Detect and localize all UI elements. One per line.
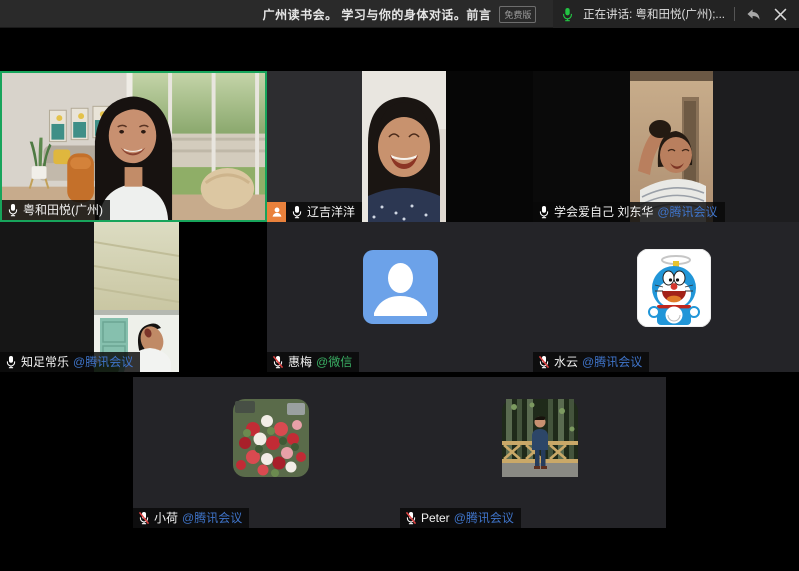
nameplate: Peter @腾讯会议 (400, 508, 521, 528)
video-tile-shuiyun[interactable]: 水云 @腾讯会议 (533, 222, 799, 372)
video-tile-liudonghua[interactable]: 学会爱自己 刘东华 @腾讯会议 (533, 71, 799, 222)
participant-name: 水云 (554, 353, 578, 370)
video-feed-looking-up (94, 222, 179, 372)
speaking-mic-icon (561, 7, 574, 22)
nameplate: 小荷 @腾讯会议 (133, 508, 249, 528)
platform-label: @腾讯会议 (73, 353, 133, 370)
participant-name: 惠梅 (288, 353, 312, 370)
video-tile-peter[interactable]: Peter @腾讯会议 (400, 377, 666, 528)
video-tile-huimei[interactable]: 惠梅 @微信 (267, 222, 533, 372)
video-feed-smiling-woman (362, 71, 446, 222)
free-version-badge: 免费版 (499, 6, 536, 23)
mic-muted-icon (538, 355, 550, 369)
letterbox (0, 222, 94, 372)
video-grid: 粤和田悦(广州) (0, 28, 799, 571)
host-person-badge-icon (267, 202, 286, 222)
video-feed-living-room (2, 73, 265, 220)
video-tile-zhizuchangle[interactable]: 知足常乐 @腾讯会议 (0, 222, 267, 372)
person-placeholder-icon (363, 250, 438, 324)
participant-name: 粤和田悦(广州) (23, 201, 103, 218)
titlebar-right: 正在讲话: 粤和田悦(广州);... (553, 0, 799, 28)
video-tile-xiaohe[interactable]: 小荷 @腾讯会议 (133, 377, 400, 528)
letterbox (446, 71, 533, 222)
participant-name: 知足常乐 (21, 353, 69, 370)
mic-muted-icon (405, 511, 417, 525)
nameplate: 学会爱自己 刘东华 @腾讯会议 (533, 202, 725, 222)
letterbox (267, 71, 362, 222)
nameplate: 知足常乐 @腾讯会议 (0, 352, 140, 372)
participant-name: 小荷 (154, 509, 178, 526)
nameplate: 辽吉洋洋 (267, 202, 362, 222)
platform-label: @微信 (316, 353, 352, 370)
platform-label: @腾讯会议 (454, 509, 514, 526)
platform-label: @腾讯会议 (182, 509, 242, 526)
titlebar-divider (734, 7, 735, 21)
close-icon[interactable] (771, 5, 789, 23)
mic-icon (5, 355, 17, 369)
mic-muted-icon (272, 355, 284, 369)
video-tile-yuehetianyue[interactable]: 粤和田悦(广州) (0, 71, 267, 222)
video-tile-liaojiyangyang[interactable]: 辽吉洋洋 (267, 71, 533, 222)
bamboo-photo-avatar (502, 399, 578, 477)
nameplate: 粤和田悦(广州) (2, 200, 110, 220)
participant-name: 辽吉洋洋 (307, 203, 355, 220)
letterbox (713, 71, 799, 222)
speaking-indicator: 正在讲话: 粤和田悦(广州);... (583, 6, 725, 22)
letterbox (179, 222, 267, 372)
letterbox (533, 71, 630, 222)
titlebar: 广州读书会。 学习与你的身体对话。前言 免费版 正在讲话: 粤和田悦(广州);.… (0, 0, 799, 28)
platform-label: @腾讯会议 (582, 353, 642, 370)
nameplate: 水云 @腾讯会议 (533, 352, 649, 372)
participant-name: 学会爱自己 刘东华 (554, 203, 653, 220)
nameplate: 惠梅 @微信 (267, 352, 359, 372)
mic-muted-icon (138, 511, 150, 525)
mic-icon (7, 203, 19, 217)
participant-name: Peter (421, 511, 450, 525)
video-feed-woman-tan-room (630, 71, 713, 222)
meeting-window: 广州读书会。 学习与你的身体对话。前言 免费版 正在讲话: 粤和田悦(广州);.… (0, 0, 799, 571)
platform-label: @腾讯会议 (657, 203, 717, 220)
roses-avatar (233, 399, 309, 477)
meeting-title: 广州读书会。 学习与你的身体对话。前言 (263, 6, 492, 23)
mic-icon (291, 205, 303, 219)
restore-arrow-icon[interactable] (744, 5, 762, 23)
mic-icon (538, 205, 550, 219)
doraemon-avatar (637, 249, 711, 327)
